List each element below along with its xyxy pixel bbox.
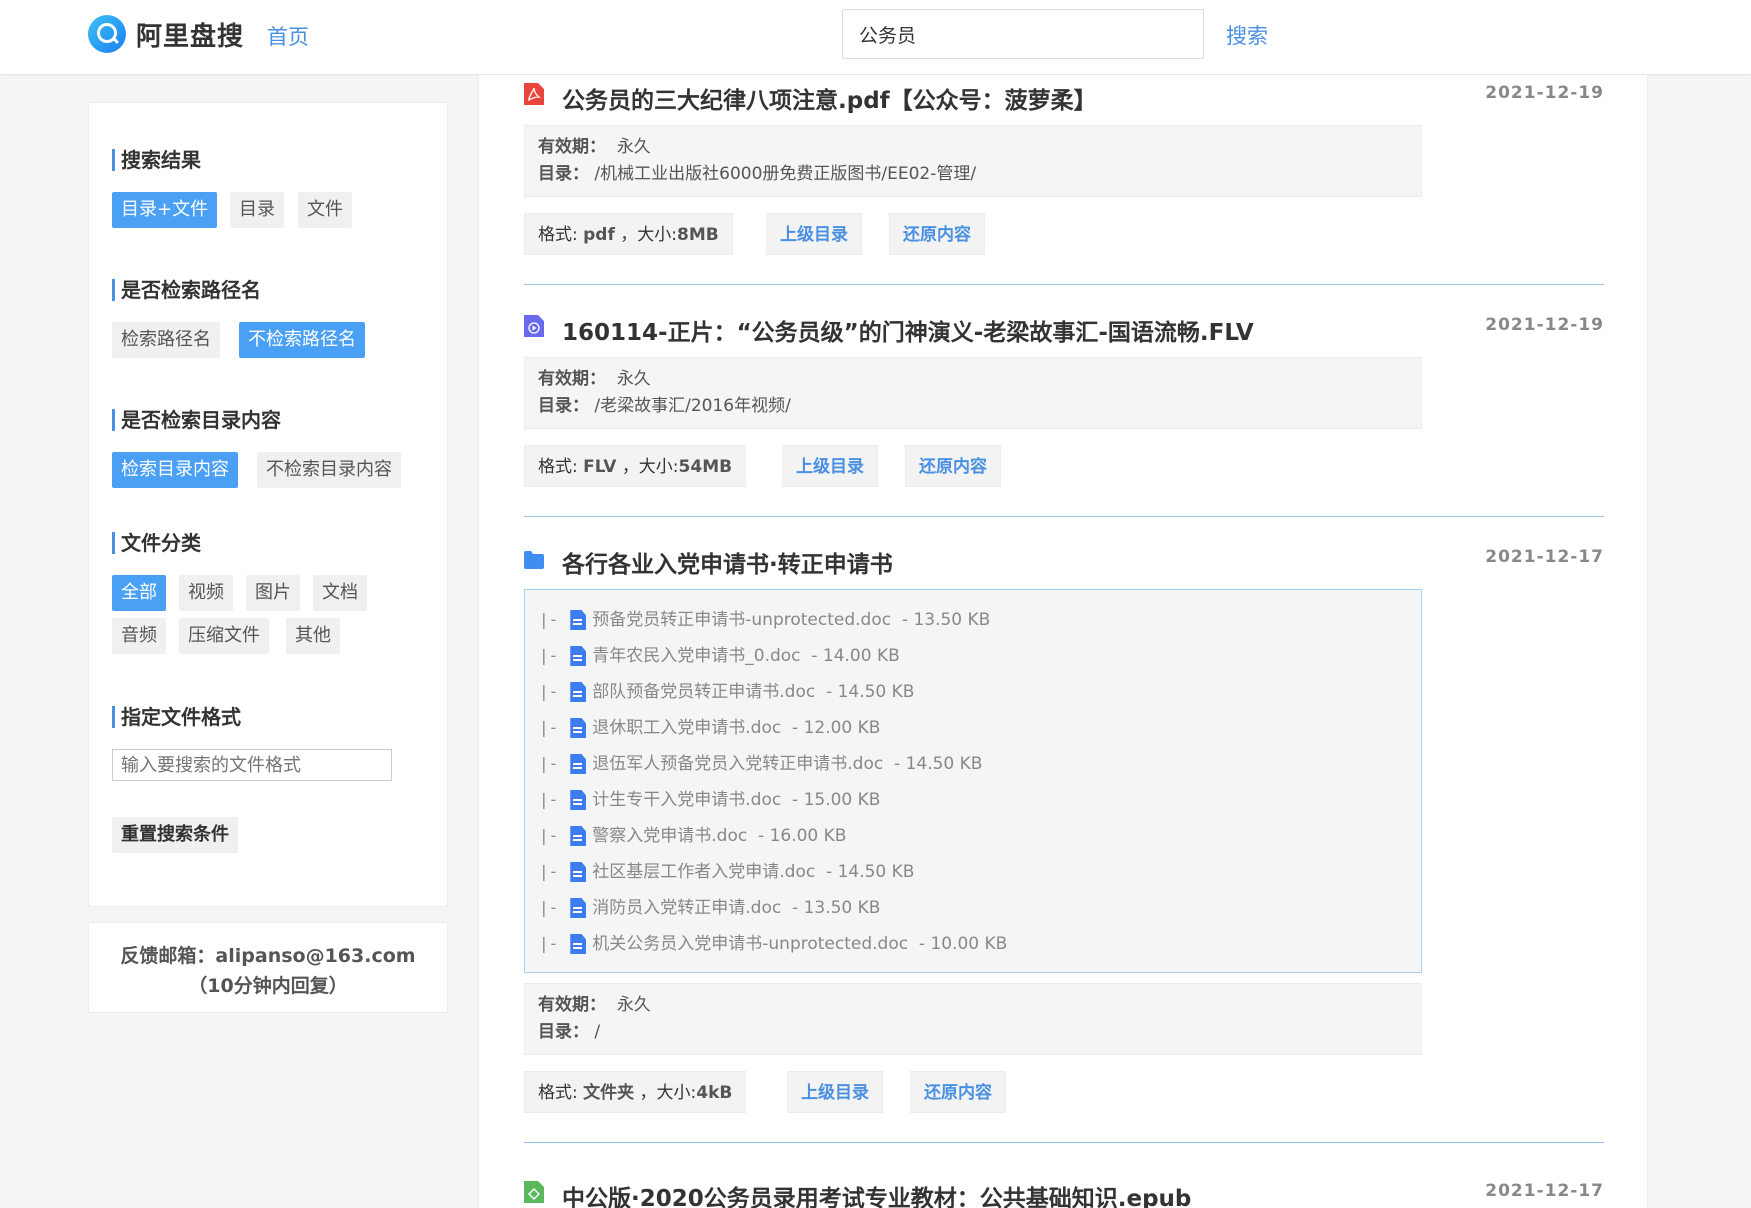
parent-dir-button[interactable]: 上级目录 [766, 213, 862, 255]
doc-icon [570, 610, 587, 630]
doc-icon [570, 790, 587, 810]
directory-value: /老梁故事汇/2016年视频/ [594, 396, 791, 416]
search-button[interactable]: 搜索 [1226, 20, 1268, 50]
result-date: 2021-12-19 [1485, 83, 1604, 103]
result-title[interactable]: 160114-正片：“公务员级”的门神演义-老梁故事汇-国语流畅.FLV [562, 313, 1254, 347]
doc-icon [570, 862, 587, 882]
directory-label: 目录： [538, 396, 589, 416]
validity-value: 永久 [616, 137, 651, 157]
directory-value: / [594, 1022, 601, 1042]
validity-label: 有效期： [538, 369, 606, 389]
filter-sidebar: 搜索结果 目录+文件 目录 文件 是否检索路径名 检索路径名 不检索路径名 是否… [88, 102, 448, 907]
reset-filters-button[interactable]: 重置搜索条件 [112, 817, 238, 853]
list-item[interactable]: |- 部队预备党员转正申请书.doc - 14.50 KB [539, 674, 1407, 710]
tag-file-only[interactable]: 文件 [298, 192, 352, 228]
site-logo-text[interactable]: 阿里盘搜 [136, 16, 244, 53]
doc-icon [570, 682, 587, 702]
tag-no-search-dir-content[interactable]: 不检索目录内容 [257, 452, 401, 488]
list-item[interactable]: |- 机关公务员入党申请书-unprotected.doc - 10.00 KB [539, 926, 1407, 962]
list-item[interactable]: |- 警察入党申请书.doc - 16.00 KB [539, 818, 1407, 854]
tag-category-archive[interactable]: 压缩文件 [179, 618, 269, 654]
nav-home-link[interactable]: 首页 [267, 21, 309, 51]
section-title-path: 是否检索路径名 [112, 279, 261, 301]
video-icon [524, 315, 544, 337]
validity-value: 永久 [616, 995, 651, 1015]
section-title-format: 指定文件格式 [112, 706, 241, 728]
format-size-info: 格式: 文件夹 ，大小:4kB [524, 1071, 747, 1113]
validity-label: 有效期： [538, 137, 606, 157]
format-size-info: 格式: FLV ，大小:54MB [524, 445, 747, 487]
result-title[interactable]: 中公版·2020公务员录用考试专业教材：公共基础知识.epub [562, 1179, 1191, 1208]
top-header: 阿里盘搜 首页 搜索 [0, 0, 1751, 75]
tag-category-document[interactable]: 文档 [313, 575, 367, 611]
tag-no-search-path[interactable]: 不检索路径名 [239, 322, 365, 358]
list-item[interactable]: |- 退休职工入党申请书.doc - 12.00 KB [539, 710, 1407, 746]
doc-icon [570, 898, 587, 918]
list-item[interactable]: |- 社区基层工作者入党申请.doc - 14.50 KB [539, 854, 1407, 890]
directory-label: 目录： [538, 164, 589, 184]
doc-icon [570, 754, 587, 774]
size-value: 54MB [678, 457, 733, 477]
result-divider [524, 516, 1604, 517]
format-value: pdf [583, 225, 615, 245]
result-date: 2021-12-17 [1485, 547, 1604, 567]
search-input[interactable] [842, 9, 1204, 59]
result-meta: 有效期： 永久 目录： / [524, 983, 1422, 1055]
directory-label: 目录： [538, 1022, 589, 1042]
pdf-icon [524, 83, 544, 105]
tag-category-image[interactable]: 图片 [246, 575, 300, 611]
search-logo-icon[interactable] [88, 15, 126, 53]
section-title-dir-content: 是否检索目录内容 [112, 409, 281, 431]
tag-category-audio[interactable]: 音频 [112, 618, 166, 654]
doc-icon [570, 826, 587, 846]
format-value: FLV [583, 457, 617, 477]
doc-icon [570, 646, 587, 666]
result-meta: 有效期： 永久 目录： /机械工业出版社6000册免费正版图书/EE02-管理/ [524, 125, 1422, 197]
format-value: 文件夹 [583, 1083, 635, 1103]
parent-dir-button[interactable]: 上级目录 [782, 445, 878, 487]
tag-category-other[interactable]: 其他 [286, 618, 340, 654]
result-date: 2021-12-19 [1485, 315, 1604, 335]
epub-icon [524, 1181, 544, 1203]
feedback-box: 反馈邮箱：alipanso@163.com （10分钟内回复） [88, 922, 448, 1013]
section-title-results: 搜索结果 [112, 149, 201, 171]
result-title[interactable]: 公务员的三大纪律八项注意.pdf【公众号：菠萝柔】 [562, 81, 1097, 115]
file-format-input[interactable] [112, 749, 392, 781]
restore-content-button[interactable]: 还原内容 [905, 445, 1001, 487]
list-item[interactable]: |- 青年农民入党申请书_0.doc - 14.00 KB [539, 638, 1407, 674]
parent-dir-button[interactable]: 上级目录 [787, 1071, 883, 1113]
feedback-email: 反馈邮箱：alipanso@163.com [120, 945, 416, 967]
list-item[interactable]: |- 计生专干入党申请书.doc - 15.00 KB [539, 782, 1407, 818]
feedback-note: （10分钟内回复） [188, 975, 348, 997]
list-item[interactable]: |- 退伍军人预备党员入党转正申请书.doc - 14.50 KB [539, 746, 1407, 782]
format-size-info: 格式: pdf ，大小:8MB [524, 213, 733, 255]
validity-value: 永久 [616, 369, 651, 389]
size-value: 4kB [696, 1083, 733, 1103]
validity-label: 有效期： [538, 995, 606, 1015]
doc-icon [570, 718, 587, 738]
list-item[interactable]: |- 预备党员转正申请书-unprotected.doc - 13.50 KB [539, 602, 1407, 638]
tag-search-path[interactable]: 检索路径名 [112, 322, 220, 358]
tag-category-all[interactable]: 全部 [112, 575, 166, 611]
tag-dir-and-file[interactable]: 目录+文件 [112, 192, 218, 228]
directory-value: /机械工业出版社6000册免费正版图书/EE02-管理/ [594, 164, 977, 184]
doc-icon [570, 934, 587, 954]
list-item[interactable]: |- 消防员入党转正申请.doc - 13.50 KB [539, 890, 1407, 926]
restore-content-button[interactable]: 还原内容 [910, 1071, 1006, 1113]
results-panel: 公务员的三大纪律八项注意.pdf【公众号：菠萝柔】 2021-12-19 有效期… [478, 75, 1648, 1208]
tag-dir-only[interactable]: 目录 [230, 192, 284, 228]
result-divider [524, 284, 1604, 285]
restore-content-button[interactable]: 还原内容 [889, 213, 985, 255]
tag-category-video[interactable]: 视频 [179, 575, 233, 611]
result-divider [524, 1142, 1604, 1143]
result-meta: 有效期： 永久 目录： /老梁故事汇/2016年视频/ [524, 357, 1422, 429]
result-date: 2021-12-17 [1485, 1181, 1604, 1201]
tag-search-dir-content[interactable]: 检索目录内容 [112, 452, 238, 488]
folder-icon [524, 551, 544, 569]
section-title-category: 文件分类 [112, 532, 201, 554]
size-value: 8MB [677, 225, 719, 245]
result-title[interactable]: 各行各业入党申请书·转正申请书 [562, 545, 893, 579]
folder-file-list: |- 预备党员转正申请书-unprotected.doc - 13.50 KB |… [524, 589, 1422, 973]
